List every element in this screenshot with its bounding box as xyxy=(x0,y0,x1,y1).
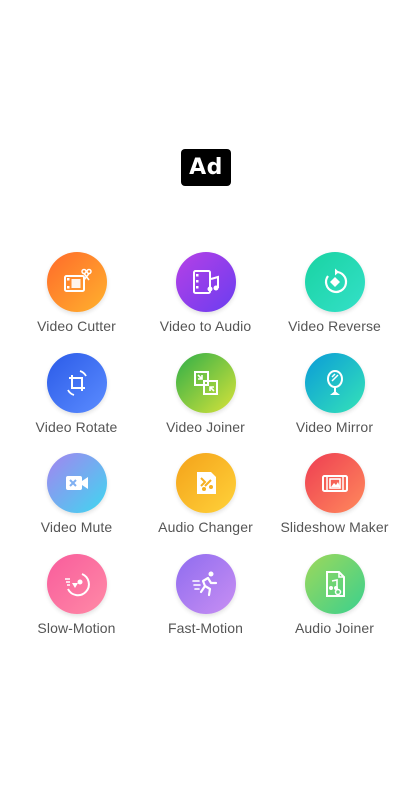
tool-label: Audio Joiner xyxy=(294,619,375,636)
tool-label: Fast-Motion xyxy=(167,619,243,636)
video-joiner-tool[interactable]: Video Joiner xyxy=(141,352,270,454)
tool-label: Video Joiner xyxy=(166,418,245,435)
slow-motion-tool[interactable]: Slow-Motion xyxy=(12,553,141,655)
fast-motion-runner-icon xyxy=(175,553,236,614)
tool-label: Slideshow Maker xyxy=(280,519,389,535)
tool-label: Video Mute xyxy=(40,519,113,535)
audio-changer-tool[interactable]: Audio Changer xyxy=(141,453,270,554)
fast-motion-tool[interactable]: Fast-Motion xyxy=(141,553,270,655)
ad-badge[interactable]: Ad xyxy=(181,149,231,186)
camera-mute-icon xyxy=(46,453,107,513)
tool-label: Video Mirror xyxy=(295,418,374,435)
slow-motion-icon xyxy=(46,553,107,614)
video-reverse-tool[interactable]: Video Reverse xyxy=(270,252,399,353)
audio-file-icon xyxy=(304,553,365,614)
film-scissors-icon xyxy=(46,252,107,312)
rotate-crop-icon xyxy=(46,352,107,413)
tool-label: Video Reverse xyxy=(288,318,381,334)
tool-label: Slow-Motion xyxy=(37,619,116,636)
film-music-icon xyxy=(175,252,236,312)
tool-label: Audio Changer xyxy=(158,519,253,535)
tools-grid: Video Cutter Video to Audio Video Revers xyxy=(12,252,400,654)
audio-changer-icon xyxy=(175,453,236,513)
join-squares-icon xyxy=(175,352,236,413)
video-mirror-tool[interactable]: Video Mirror xyxy=(270,352,399,454)
video-cutter-tool[interactable]: Video Cutter xyxy=(12,252,141,353)
video-to-audio-tool[interactable]: Video to Audio xyxy=(141,252,270,353)
video-mute-tool[interactable]: Video Mute xyxy=(12,453,141,554)
reverse-rotate-icon xyxy=(304,252,365,312)
slideshow-icon xyxy=(304,453,365,513)
video-rotate-tool[interactable]: Video Rotate xyxy=(12,352,141,454)
slideshow-maker-tool[interactable]: Slideshow Maker xyxy=(270,453,399,554)
tool-label: Video Rotate xyxy=(35,418,118,435)
audio-joiner-tool[interactable]: Audio Joiner xyxy=(270,553,399,655)
tool-label: Video Cutter xyxy=(37,318,116,334)
tool-label: Video to Audio xyxy=(159,318,252,334)
mirror-icon xyxy=(304,352,365,413)
